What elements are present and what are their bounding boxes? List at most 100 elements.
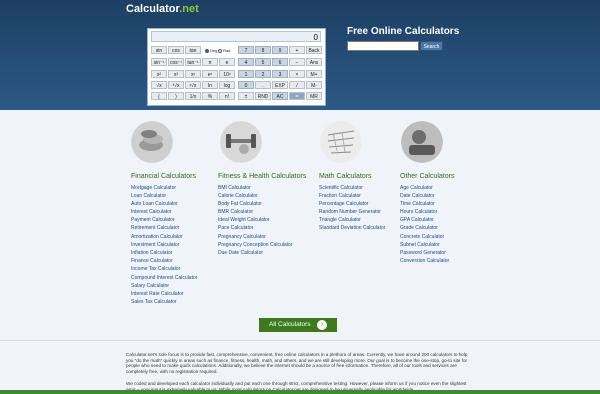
calculator-link[interactable]: Hours Calculator <box>400 208 449 216</box>
coins-icon[interactable] <box>131 121 173 163</box>
key-n9[interactable]: 9 <box>272 46 288 54</box>
key-tenx[interactable]: 10ˣ <box>219 70 235 78</box>
key-yroot[interactable]: ʸ√x <box>185 81 201 89</box>
key-fact[interactable]: n! <box>219 92 235 100</box>
key-pct[interactable]: % <box>202 92 218 100</box>
key-pi[interactable]: π <box>202 58 218 66</box>
math-icon[interactable] <box>320 121 362 163</box>
key-cos[interactable]: cos <box>168 46 184 54</box>
category-title[interactable]: Financial Calculators <box>131 173 196 180</box>
calculator-link[interactable]: Interest Rate Calculator <box>131 290 197 298</box>
calculator-link[interactable]: Random Number Generator <box>319 208 385 216</box>
calculator-link[interactable]: GPA Calculator <box>400 216 449 224</box>
key-exp[interactable]: EXP <box>272 81 288 89</box>
calculator-link[interactable]: Triangle Calculator <box>319 216 385 224</box>
key-ac[interactable]: AC <box>272 92 288 100</box>
calculator-link[interactable]: Standard Deviation Calculator <box>319 224 385 232</box>
calculator-link[interactable]: Loan Calculator <box>131 192 197 200</box>
key-mminus[interactable]: M- <box>306 81 322 89</box>
calculator-link[interactable]: BMR Calculator <box>218 208 293 216</box>
calculator-link[interactable]: Concrete Calculator <box>400 233 449 241</box>
key-n8[interactable]: 8 <box>255 46 271 54</box>
key-sq[interactable]: x² <box>151 70 167 78</box>
calculator-link[interactable]: Subnet Calculator <box>400 241 449 249</box>
calculator-link[interactable]: Age Calculator <box>400 184 449 192</box>
calculator-link[interactable]: Finance Calculator <box>131 257 197 265</box>
key-ex[interactable]: eˣ <box>202 70 218 78</box>
key-eq[interactable]: = <box>289 92 305 100</box>
key-asin[interactable]: sin⁻¹ <box>151 58 167 66</box>
calculator-link[interactable]: Calorie Calculator <box>218 192 293 200</box>
calculator-link[interactable]: Income Tax Calculator <box>131 265 197 273</box>
fitness-icon[interactable] <box>220 121 262 163</box>
key-inv[interactable]: 1/x <box>185 92 201 100</box>
key-mr[interactable]: MR <box>306 92 322 100</box>
other-icon[interactable] <box>401 121 443 163</box>
key-add[interactable]: + <box>289 46 305 54</box>
key-ans[interactable]: Ans <box>306 58 322 66</box>
calculator-link[interactable]: Sales Tax Calculator <box>131 298 197 306</box>
key-atan[interactable]: tan⁻¹ <box>185 58 201 66</box>
calculator-link[interactable]: Mortgage Calculator <box>131 184 197 192</box>
site-logo[interactable]: Calculator.net <box>126 3 199 15</box>
calculator-link[interactable]: Fraction Calculator <box>319 192 385 200</box>
calculator-link[interactable]: Percentage Calculator <box>319 200 385 208</box>
key-pow[interactable]: xʸ <box>185 70 201 78</box>
key-acos[interactable]: cos⁻¹ <box>168 58 184 66</box>
category-title[interactable]: Fitness & Health Calculators <box>218 173 306 180</box>
key-mplus[interactable]: M+ <box>306 70 322 78</box>
calculator-link[interactable]: Time Calculator <box>400 200 449 208</box>
calculator-link[interactable]: Payment Calculator <box>131 216 197 224</box>
calculator-link[interactable]: Amortization Calculator <box>131 233 197 241</box>
key-rpar[interactable]: ) <box>168 92 184 100</box>
key-mul[interactable]: × <box>289 70 305 78</box>
calculator-link[interactable]: Investment Calculator <box>131 241 197 249</box>
calculator-link[interactable]: Scientific Calculator <box>319 184 385 192</box>
calculator-link[interactable]: Ideal Weight Calculator <box>218 216 293 224</box>
key-lpar[interactable]: ( <box>151 92 167 100</box>
calculator-link[interactable]: Conversion Calculator <box>400 257 449 265</box>
calculator-link[interactable]: Pregnancy Conception Calculator <box>218 241 293 249</box>
calculator-link[interactable]: Grade Calculator <box>400 224 449 232</box>
category-title[interactable]: Math Calculators <box>319 173 372 180</box>
key-n2[interactable]: 2 <box>255 70 271 78</box>
calculator-link[interactable]: BMI Calculator <box>218 184 293 192</box>
key-sqrt[interactable]: √x <box>151 81 167 89</box>
all-calculators-button[interactable]: All Calculators › <box>259 318 337 332</box>
key-div[interactable]: / <box>289 81 305 89</box>
key-sub[interactable]: − <box>289 58 305 66</box>
calculator-link[interactable]: Body Fat Calculator <box>218 200 293 208</box>
key-cbrt[interactable]: ³√x <box>168 81 184 89</box>
key-log[interactable]: log <box>219 81 235 89</box>
calculator-link[interactable]: Pace Calculator <box>218 224 293 232</box>
calculator-link[interactable]: Pregnancy Calculator <box>218 233 293 241</box>
calculator-link[interactable]: Compound Interest Calculator <box>131 274 197 282</box>
key-n3[interactable]: 3 <box>272 70 288 78</box>
calculator-link[interactable]: Interest Calculator <box>131 208 197 216</box>
calculator-link[interactable]: Due Date Calculator <box>218 249 293 257</box>
calculator-link[interactable]: Date Calculator <box>400 192 449 200</box>
search-button[interactable]: Search <box>420 41 443 51</box>
key-n1[interactable]: 1 <box>238 70 254 78</box>
key-cube[interactable]: x³ <box>168 70 184 78</box>
key-e[interactable]: e <box>219 58 235 66</box>
key-n6[interactable]: 6 <box>272 58 288 66</box>
rad-radio[interactable]: Rad <box>218 48 230 53</box>
key-rnd[interactable]: RND <box>255 92 271 100</box>
key-n7[interactable]: 7 <box>238 46 254 54</box>
key-pm[interactable]: ± <box>238 92 254 100</box>
category-title[interactable]: Other Calculators <box>400 173 454 180</box>
key-dot[interactable]: . <box>255 81 271 89</box>
key-tan[interactable]: tan <box>185 46 201 54</box>
calculator-link[interactable]: Auto Loan Calculator <box>131 200 197 208</box>
key-back[interactable]: Back <box>306 46 322 54</box>
key-ln[interactable]: ln <box>202 81 218 89</box>
search-input[interactable] <box>347 41 419 51</box>
key-n0[interactable]: 0 <box>238 81 254 89</box>
calculator-link[interactable]: Inflation Calculator <box>131 249 197 257</box>
key-n5[interactable]: 5 <box>255 58 271 66</box>
calculator-link[interactable]: Retirement Calculator <box>131 224 197 232</box>
calculator-link[interactable]: Password Generator <box>400 249 449 257</box>
key-n4[interactable]: 4 <box>238 58 254 66</box>
deg-radio[interactable]: Deg <box>205 48 217 53</box>
